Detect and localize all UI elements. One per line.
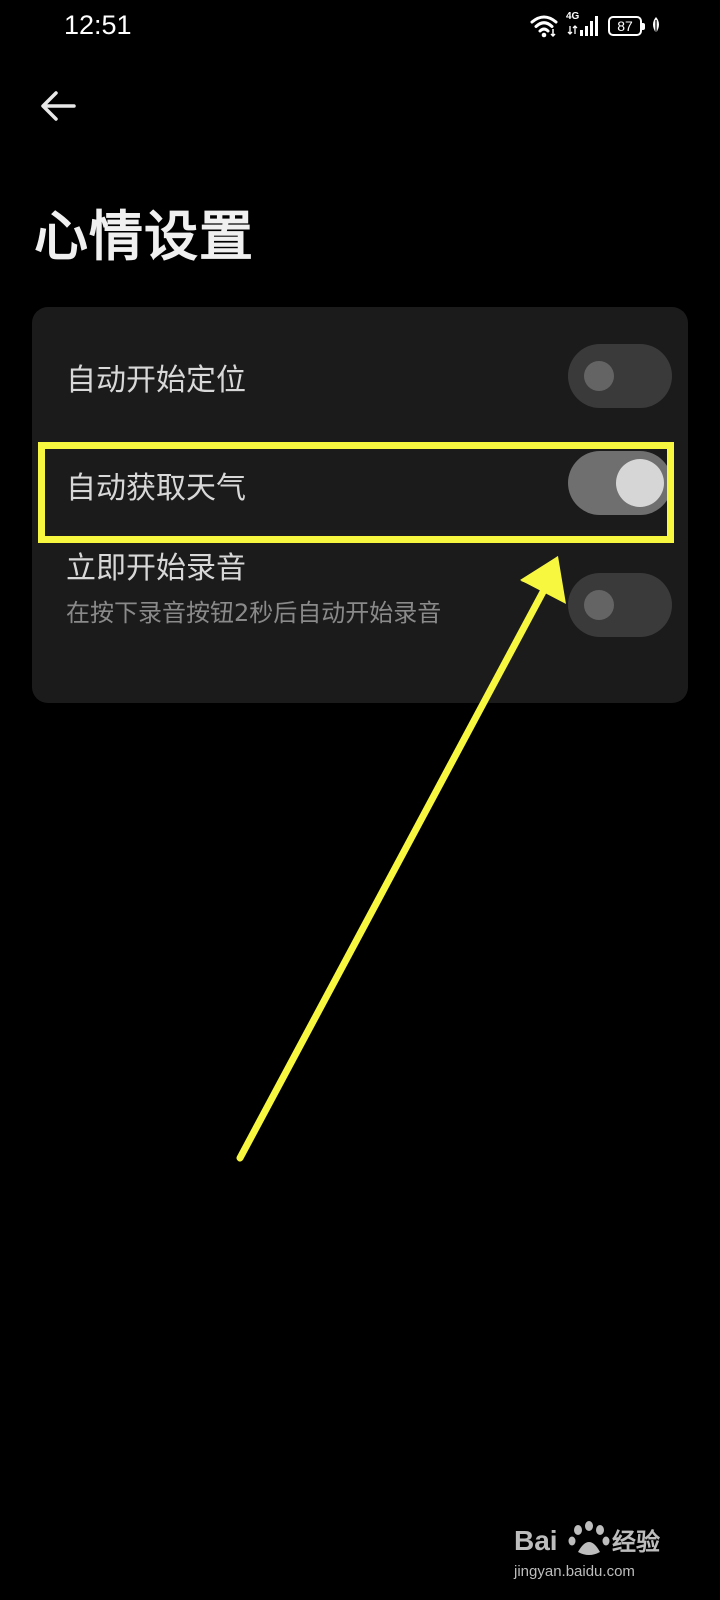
page-title: 心情设置 — [34, 205, 254, 268]
status-icons: 4G 87 — [530, 11, 662, 39]
setting-row-instant-recording[interactable]: 立即开始录音 在按下录音按钮2秒后自动开始录音 — [32, 543, 688, 703]
toggle-knob — [616, 459, 664, 507]
toggle-knob — [584, 361, 614, 391]
setting-label-instant-recording: 立即开始录音 — [66, 551, 246, 586]
settings-card: 自动开始定位 自动获取天气 立即开始录音 在按下录音按钮2秒后自动开始录音 — [32, 307, 688, 703]
leaf-icon — [653, 17, 659, 35]
cellular-signal-icon: 4G — [566, 11, 600, 38]
svg-text:Bai: Bai — [514, 1525, 558, 1556]
setting-label-auto-location: 自动开始定位 — [66, 363, 246, 398]
battery-indicator: 87 — [608, 16, 645, 36]
toggle-auto-location[interactable] — [568, 344, 672, 408]
svg-text:经验: 经验 — [612, 1528, 660, 1556]
status-time: 12:51 — [64, 10, 132, 40]
arrow-left-icon — [41, 91, 76, 121]
battery-level: 87 — [617, 18, 633, 34]
back-button[interactable] — [34, 82, 82, 130]
toggle-instant-recording[interactable] — [568, 573, 672, 637]
wifi-icon — [530, 15, 558, 38]
toggle-knob — [584, 590, 614, 620]
baidu-jingyan-watermark: Bai 经验 jingyan.baidu.com — [500, 1512, 680, 1588]
baidu-logo: Bai 经验 jingyan.baidu.com — [513, 1521, 660, 1580]
setting-label-auto-weather: 自动获取天气 — [66, 471, 246, 506]
svg-text:jingyan.baidu.com: jingyan.baidu.com — [513, 1563, 635, 1580]
toggle-auto-weather[interactable] — [568, 451, 672, 515]
status-bar: 12:51 4G 87 — [0, 0, 720, 54]
setting-desc-instant-recording: 在按下录音按钮2秒后自动开始录音 — [66, 599, 442, 627]
setting-row-auto-weather[interactable]: 自动获取天气 — [32, 447, 688, 543]
setting-row-auto-location[interactable]: 自动开始定位 — [32, 307, 688, 447]
